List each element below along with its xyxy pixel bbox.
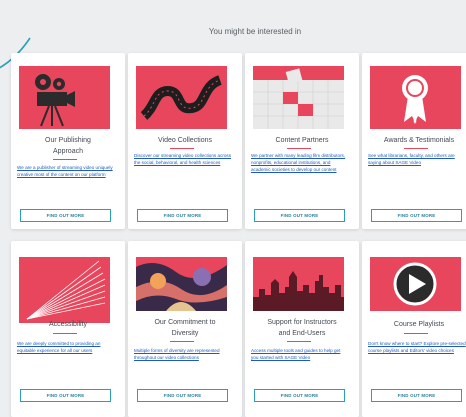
card-our-publishing-approach: Our Publishing Approach We are a publish… bbox=[11, 53, 125, 229]
play-button-icon bbox=[370, 257, 461, 311]
card-divider bbox=[287, 148, 311, 149]
card-title-line: Diversity bbox=[171, 330, 199, 337]
card-image bbox=[370, 257, 461, 311]
card-title: Content Partners bbox=[249, 135, 355, 146]
card-title-line: Approach bbox=[53, 148, 83, 155]
card-title-line: Awards & Testimonials bbox=[383, 137, 455, 144]
card-description-link[interactable]: Access multiple tools and guides to help… bbox=[251, 347, 349, 361]
card-divider bbox=[287, 341, 311, 342]
card-content-partners: Content Partners We partner with many le… bbox=[245, 53, 359, 229]
card-title: Video Collections bbox=[132, 135, 238, 146]
card-divider bbox=[170, 341, 194, 342]
diversity-artwork-icon bbox=[136, 257, 227, 311]
find-out-more-button[interactable]: FIND OUT MORE bbox=[254, 389, 345, 402]
city-skyline-icon bbox=[253, 257, 344, 311]
card-description-link[interactable]: We are a publisher of streaming video un… bbox=[17, 164, 115, 178]
card-accessibility: Accessibility We are deeply committed to… bbox=[11, 241, 125, 417]
award-ribbon-icon bbox=[370, 66, 461, 129]
card-title-line: Accessibility bbox=[48, 321, 88, 328]
light-rays-icon bbox=[19, 257, 110, 323]
card-title-line: Content Partners bbox=[275, 137, 329, 144]
puzzle-icon bbox=[253, 66, 344, 129]
card-divider bbox=[53, 159, 77, 160]
card-title: Accessibility bbox=[15, 319, 121, 330]
card-description-link[interactable]: Don't know where to start? Explore pre-s… bbox=[368, 340, 466, 354]
find-out-more-button[interactable]: FIND OUT MORE bbox=[371, 389, 462, 402]
card-title-line: and End-Users bbox=[278, 330, 326, 337]
card-divider bbox=[170, 148, 194, 149]
card-title: Our Publishing Approach bbox=[15, 135, 121, 157]
card-image bbox=[253, 66, 344, 129]
find-out-more-button[interactable]: FIND OUT MORE bbox=[137, 209, 228, 222]
card-title: Support for Instructors and End-Users bbox=[249, 317, 355, 339]
card-description-link[interactable]: We are deeply committed to providing an … bbox=[17, 340, 115, 354]
card-awards-testimonials: Awards & Testimonials See what librarian… bbox=[362, 53, 466, 229]
card-image bbox=[253, 257, 344, 311]
card-description-link[interactable]: Discover our streaming video collections… bbox=[134, 152, 232, 166]
card-title-line: Support for Instructors bbox=[267, 319, 337, 326]
card-video-collections: Video Collections Discover our streaming… bbox=[128, 53, 242, 229]
find-out-more-button[interactable]: FIND OUT MORE bbox=[137, 389, 228, 402]
find-out-more-button[interactable]: FIND OUT MORE bbox=[20, 389, 111, 402]
card-image bbox=[19, 257, 110, 323]
card-title-line: Our Commitment to bbox=[154, 319, 216, 326]
card-title: Our Commitment to Diversity bbox=[132, 317, 238, 339]
card-description-link[interactable]: We partner with many leading film distri… bbox=[251, 152, 349, 173]
card-image bbox=[136, 257, 227, 311]
card-divider bbox=[53, 333, 77, 334]
card-image bbox=[370, 66, 461, 129]
card-title-line: Our Publishing bbox=[45, 137, 91, 144]
card-description-link[interactable]: Multiple forms of diversity are represen… bbox=[134, 347, 232, 361]
card-title-line: Video Collections bbox=[158, 137, 212, 144]
card-image bbox=[19, 66, 110, 129]
film-camera-icon bbox=[19, 66, 110, 129]
card-support-instructors: Support for Instructors and End-Users Ac… bbox=[245, 241, 359, 417]
card-divider bbox=[404, 333, 428, 334]
film-strip-icon bbox=[136, 66, 227, 129]
card-description-link[interactable]: See what librarians, faculty, and others… bbox=[368, 152, 466, 166]
card-title: Course Playlists bbox=[366, 319, 466, 330]
card-image bbox=[136, 66, 227, 129]
card-commitment-to-diversity: Our Commitment to Diversity Multiple for… bbox=[128, 241, 242, 417]
find-out-more-button[interactable]: FIND OUT MORE bbox=[20, 209, 111, 222]
find-out-more-button[interactable]: FIND OUT MORE bbox=[371, 209, 462, 222]
card-title: Awards & Testimonials bbox=[366, 135, 466, 146]
card-course-playlists: Course Playlists Don't know where to sta… bbox=[362, 241, 466, 417]
section-heading: You might be interested in bbox=[208, 27, 302, 36]
card-divider bbox=[404, 148, 428, 149]
card-title-line: Course Playlists bbox=[393, 321, 445, 328]
find-out-more-button[interactable]: FIND OUT MORE bbox=[254, 209, 345, 222]
